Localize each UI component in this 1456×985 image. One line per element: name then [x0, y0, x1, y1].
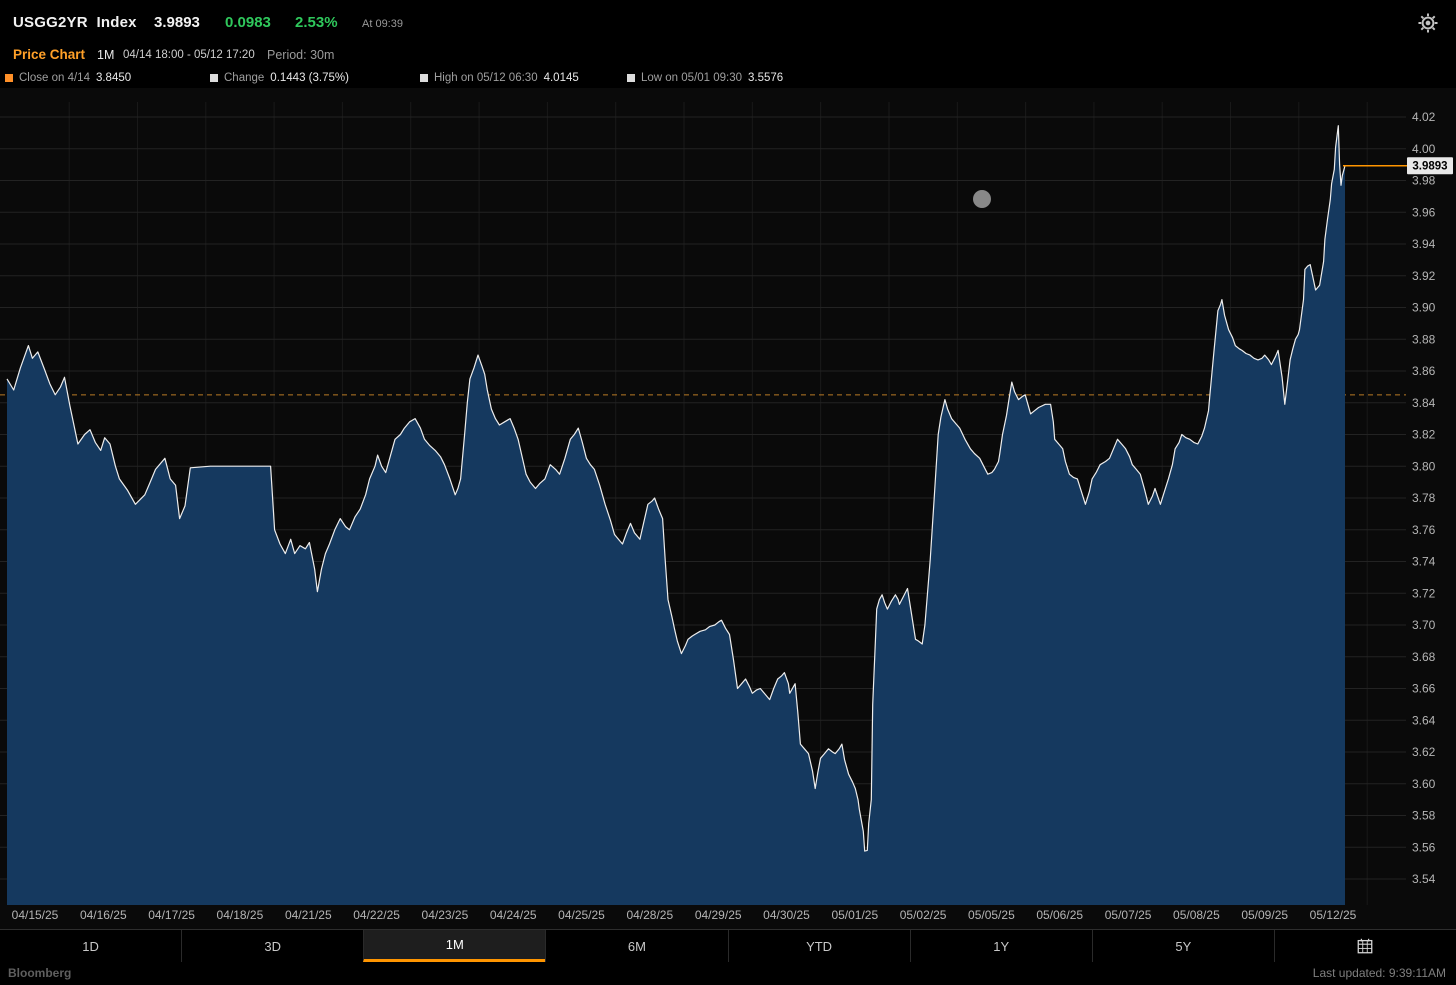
- legend-low-value: 3.5576: [748, 72, 783, 84]
- range-label: 1M: [97, 48, 114, 62]
- price-change: 0.0983: [225, 14, 271, 31]
- y-axis-label: 3.98: [1412, 174, 1436, 188]
- x-axis-label: 04/18/25: [217, 908, 264, 922]
- x-axis-label: 04/29/25: [695, 908, 742, 922]
- x-axis-label: 04/16/25: [80, 908, 127, 922]
- low-swatch-icon: [627, 74, 635, 82]
- tab-6m[interactable]: 6M: [545, 930, 727, 962]
- settings-button[interactable]: [1414, 10, 1442, 38]
- range-tab-bar: 1D 3D 1M 6M YTD 1Y 5Y: [0, 929, 1456, 962]
- x-axis-label: 05/05/25: [968, 908, 1015, 922]
- tab-1y[interactable]: 1Y: [910, 930, 1092, 962]
- tab-1d[interactable]: 1D: [0, 930, 181, 962]
- legend-change-label: Change: [224, 72, 264, 84]
- bloomberg-logo: Bloomberg: [8, 966, 71, 980]
- last-price-tag-value: 3.9893: [1412, 161, 1447, 173]
- y-axis-label: 3.82: [1412, 428, 1436, 442]
- y-axis-label: 4.00: [1412, 142, 1436, 156]
- x-axis-label: 04/15/25: [12, 908, 59, 922]
- period-label[interactable]: Period: 30m: [267, 48, 334, 62]
- x-axis-label: 05/02/25: [900, 908, 947, 922]
- x-axis-label: 04/24/25: [490, 908, 537, 922]
- ticker-name: USGG2YR: [13, 14, 88, 31]
- as-of-time: At 09:39: [362, 18, 403, 30]
- legend-close-label: Close on 4/14: [19, 72, 90, 84]
- tab-3d[interactable]: 3D: [181, 930, 363, 962]
- price-change-percent: 2.53%: [295, 14, 338, 31]
- x-axis-label: 05/06/25: [1036, 908, 1083, 922]
- chart-type-label[interactable]: Price Chart: [13, 47, 85, 62]
- legend-change: Change 0.1443 (3.75%): [210, 70, 349, 85]
- calendar-icon: [1356, 937, 1374, 955]
- close-swatch-icon: [5, 74, 13, 82]
- y-axis-label: 3.90: [1412, 301, 1436, 315]
- y-axis-label: 3.76: [1412, 523, 1436, 537]
- tab-ytd[interactable]: YTD: [728, 930, 910, 962]
- x-axis-label: 04/28/25: [626, 908, 673, 922]
- legend-low: Low on 05/01 09:30 3.5576: [627, 70, 783, 85]
- date-window: 04/14 18:00 - 05/12 17:20: [123, 49, 255, 61]
- chart-cursor-dot[interactable]: [973, 190, 991, 208]
- y-axis-label: 3.64: [1412, 713, 1436, 727]
- legend-low-label: Low on 05/01 09:30: [641, 72, 742, 84]
- x-axis-label: 05/01/25: [831, 908, 878, 922]
- status-bar: Bloomberg Last updated: 9:39:11AM: [0, 962, 1456, 985]
- legend-high: High on 05/12 06:30 4.0145: [420, 70, 579, 85]
- ticker-symbol: USGG2YR Index: [13, 14, 137, 31]
- y-axis-label: 3.62: [1412, 745, 1436, 759]
- header: USGG2YR Index 3.9893 0.0983 2.53% At 09:…: [0, 0, 1456, 88]
- y-axis-label: 3.56: [1412, 840, 1436, 854]
- legend-change-value: 0.1443 (3.75%): [270, 72, 349, 84]
- tab-1m[interactable]: 1M: [363, 930, 545, 962]
- y-axis-label: 3.80: [1412, 459, 1436, 473]
- y-axis-label: 3.94: [1412, 237, 1436, 251]
- y-axis-label: 3.70: [1412, 618, 1436, 632]
- x-axis-label: 05/08/25: [1173, 908, 1220, 922]
- security-type: Index: [97, 14, 137, 31]
- x-axis-label: 04/17/25: [148, 908, 195, 922]
- y-axis-label: 3.96: [1412, 205, 1436, 219]
- x-axis-label: 05/09/25: [1241, 908, 1288, 922]
- bloomberg-price-chart-app: USGG2YR Index 3.9893 0.0983 2.53% At 09:…: [0, 0, 1456, 985]
- x-axis-label: 05/12/25: [1310, 908, 1357, 922]
- y-axis-label: 3.86: [1412, 364, 1436, 378]
- legend-high-value: 4.0145: [544, 72, 579, 84]
- tab-5y[interactable]: 5Y: [1092, 930, 1274, 962]
- legend-close: Close on 4/14 3.8450: [5, 70, 131, 85]
- x-axis-label: 04/25/25: [558, 908, 605, 922]
- y-axis-label: 3.54: [1412, 872, 1436, 886]
- y-axis-label: 3.68: [1412, 650, 1436, 664]
- legend-high-label: High on 05/12 06:30: [434, 72, 538, 84]
- y-axis-label: 3.58: [1412, 809, 1436, 823]
- y-axis-label: 3.84: [1412, 396, 1436, 410]
- price-chart-area[interactable]: 4.02 4.00 3.98 3.96 3.94 3.92 3.90 3.88 3.86 3.84…: [0, 88, 1456, 929]
- x-axis-label: 04/21/25: [285, 908, 332, 922]
- high-swatch-icon: [420, 74, 428, 82]
- y-axis-label: 3.60: [1412, 777, 1436, 791]
- x-axis-label: 05/07/25: [1105, 908, 1152, 922]
- price-area-fill: [7, 126, 1345, 905]
- x-axis-label: 04/23/25: [422, 908, 469, 922]
- tab-calendar[interactable]: [1274, 930, 1456, 962]
- y-axis-label: 3.92: [1412, 269, 1436, 283]
- y-axis-label: 3.74: [1412, 555, 1436, 569]
- y-axis-label: 4.02: [1412, 110, 1436, 124]
- legend-close-value: 3.8450: [96, 72, 131, 84]
- last-updated-text: Last updated: 9:39:11AM: [1313, 966, 1446, 980]
- last-price: 3.9893: [154, 14, 200, 31]
- x-axis-label: 04/22/25: [353, 908, 400, 922]
- y-axis-label: 3.66: [1412, 682, 1436, 696]
- y-axis-label: 3.88: [1412, 332, 1436, 346]
- y-axis-label: 3.78: [1412, 491, 1436, 505]
- x-axis-label: 04/30/25: [763, 908, 810, 922]
- price-chart-canvas[interactable]: 4.02 4.00 3.98 3.96 3.94 3.92 3.90 3.88 3.86 3.84…: [0, 88, 1456, 929]
- gear-icon: [1415, 10, 1441, 36]
- y-axis-label: 3.72: [1412, 586, 1436, 600]
- change-swatch-icon: [210, 74, 218, 82]
